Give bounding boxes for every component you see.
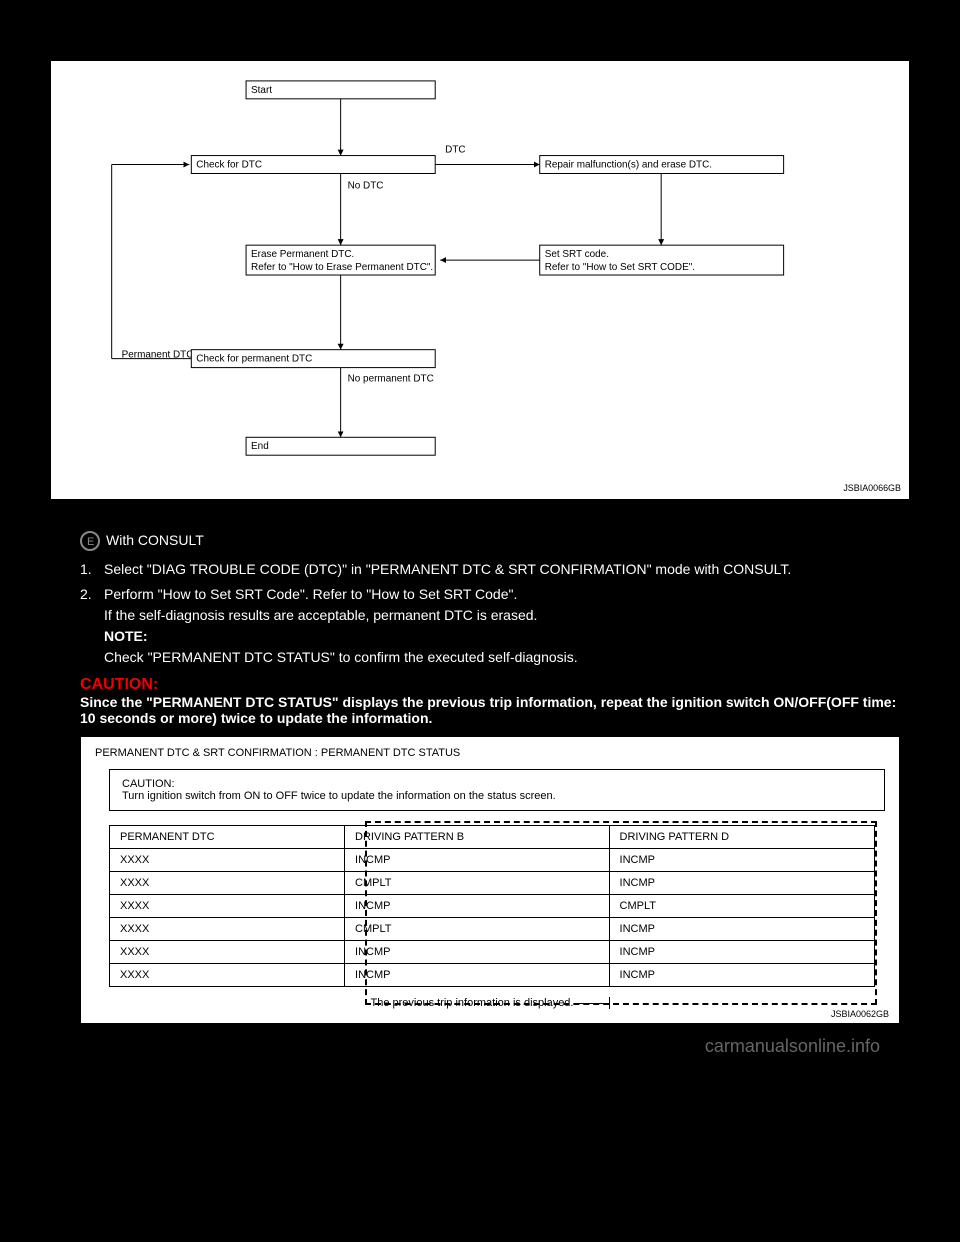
table-caution-box: CAUTION: Turn ignition switch from ON to…: [109, 769, 885, 811]
table-cell: INCMP: [345, 895, 609, 918]
table-caution-label: CAUTION:: [122, 778, 175, 790]
th-permanent-dtc: PERMANENT DTC: [110, 826, 345, 849]
table-cell: XXXX: [110, 895, 345, 918]
flow-check-perm: Check for permanent DTC: [196, 354, 312, 365]
prev-trip-pointer: [579, 1003, 609, 1004]
table-cell: INCMP: [609, 964, 875, 987]
status-table: PERMANENT DTC DRIVING PATTERN B DRIVING …: [109, 825, 875, 987]
status-table-figure: PERMANENT DTC & SRT CONFIRMATION : PERMA…: [80, 736, 900, 1024]
note-text: Check "PERMANENT DTC STATUS" to confirm …: [104, 649, 578, 665]
flow-repair: Repair malfunction(s) and erase DTC.: [545, 160, 712, 171]
table-cell: INCMP: [609, 872, 875, 895]
flow-no-perm: No permanent DTC: [348, 374, 434, 385]
step-list: 1.Select "DIAG TROUBLE CODE (DTC)" in "P…: [80, 559, 910, 668]
flowchart-figure: Start Check for DTC DTC Repair malfuncti…: [50, 60, 910, 500]
watermark: carmanualsonline.info: [50, 1036, 910, 1057]
caution-label: CAUTION:: [80, 676, 910, 694]
th-pattern-b: DRIVING PATTERN B: [345, 826, 609, 849]
table-cell: CMPLT: [609, 895, 875, 918]
flow-srt2: Refer to "How to Set SRT CODE".: [545, 262, 695, 273]
flow-check-dtc: Check for DTC: [196, 160, 262, 171]
table-figure-id: JSBIA0062GB: [831, 1009, 889, 1019]
table-cell: XXXX: [110, 872, 345, 895]
table-cell: XXXX: [110, 918, 345, 941]
flow-end: End: [251, 441, 269, 452]
with-consult-heading: With CONSULT: [80, 530, 910, 551]
table-cell: XXXX: [110, 849, 345, 872]
table-cell: XXXX: [110, 941, 345, 964]
prev-trip-text: The previous trip information is display…: [371, 997, 574, 1009]
flow-erase2: Refer to "How to Erase Permanent DTC".: [251, 262, 433, 273]
table-cell: INCMP: [345, 964, 609, 987]
table-title: PERMANENT DTC & SRT CONFIRMATION : PERMA…: [95, 747, 885, 759]
table-cell: XXXX: [110, 964, 345, 987]
step2-cont: If the self-diagnosis results are accept…: [104, 607, 537, 623]
flow-srt1: Set SRT code.: [545, 249, 609, 260]
table-caution-text: Turn ignition switch from ON to OFF twic…: [122, 790, 556, 802]
flow-start: Start: [251, 85, 272, 96]
table-cell: INCMP: [345, 849, 609, 872]
table-cell: INCMP: [609, 849, 875, 872]
table-cell: CMPLT: [345, 918, 609, 941]
table-cell: INCMP: [609, 918, 875, 941]
flow-erase1: Erase Permanent DTC.: [251, 249, 354, 260]
table-cell: CMPLT: [345, 872, 609, 895]
flow-dtc-label: DTC: [445, 145, 465, 156]
prev-trip-note: The previous trip information is display…: [95, 997, 885, 1009]
flow-no-dtc: No DTC: [348, 180, 384, 191]
with-consult-text: With CONSULT: [106, 530, 204, 551]
table-cell: INCMP: [345, 941, 609, 964]
caution-text: Since the "PERMANENT DTC STATUS" display…: [80, 694, 910, 726]
step2-text: Perform "How to Set SRT Code". Refer to …: [104, 586, 517, 602]
step1-text: Select "DIAG TROUBLE CODE (DTC)" in "PER…: [104, 559, 791, 580]
note-label: NOTE:: [104, 628, 148, 644]
table-cell: INCMP: [609, 941, 875, 964]
consult-icon: [80, 531, 100, 551]
flowchart-figure-id: JSBIA0066GB: [843, 483, 901, 493]
th-pattern-d: DRIVING PATTERN D: [609, 826, 875, 849]
